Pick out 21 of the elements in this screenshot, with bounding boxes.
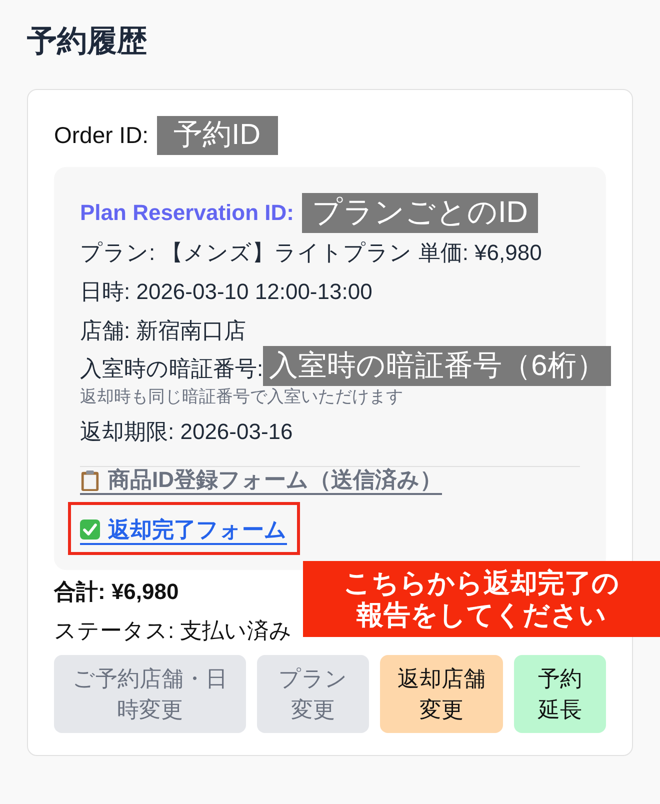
masked-plan-id: プランごとのID bbox=[302, 193, 538, 233]
clipboard-icon bbox=[80, 470, 100, 490]
plan-text: プラン: 【メンズ】ライトプラン 単価: ¥6,980 bbox=[80, 239, 542, 267]
pin-label: 入室時の暗証番号: bbox=[80, 355, 264, 383]
masked-order-id: 予約ID bbox=[156, 116, 278, 155]
page-title: 予約履歴 bbox=[27, 24, 147, 60]
form-link[interactable]: 商品ID登録フォーム（送信済み） bbox=[80, 467, 442, 495]
action-button[interactable]: 予約延長 bbox=[514, 655, 606, 733]
order-id-label: Order ID: bbox=[54, 122, 149, 149]
status-text: ステータス: 支払い済み bbox=[54, 617, 292, 645]
deadline-text: 返却期限: 2026-03-16 bbox=[80, 418, 293, 446]
pin-note: 返却時も同じ暗証番号で入室いただけます bbox=[80, 388, 403, 406]
plan-reservation-id-label: Plan Reservation ID: bbox=[80, 200, 294, 226]
checkmark-icon bbox=[80, 519, 100, 540]
action-button[interactable]: 返却店舗変更 bbox=[380, 655, 503, 733]
form-link[interactable]: 返却完了フォーム bbox=[80, 516, 287, 544]
masked-pin: 入室時の暗証番号（6桁） bbox=[263, 346, 612, 386]
total-text: 合計: ¥6,980 bbox=[54, 578, 179, 606]
datetime-text: 日時: 2026-03-10 12:00-13:00 bbox=[80, 278, 372, 306]
callout-note: こちらから返却完了の 報告をしてください bbox=[303, 561, 660, 637]
store-text: 店舗: 新宿南口店 bbox=[80, 317, 246, 345]
